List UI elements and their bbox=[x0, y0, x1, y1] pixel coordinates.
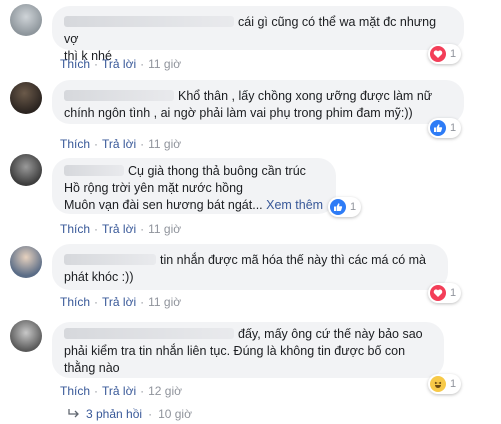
replies-count[interactable]: 3 phản hồi bbox=[86, 407, 142, 421]
like-link[interactable]: Thích bbox=[60, 57, 90, 71]
comment-text: Hồ rộng trời yên mặt nước hồng bbox=[64, 181, 244, 195]
view-replies[interactable]: 3 phản hồi · 10 giờ bbox=[68, 407, 192, 421]
comment-bubble: đấy, mấy ông cứ thế này bảo sao phải kiể… bbox=[52, 322, 444, 378]
reaction-count: 1 bbox=[450, 48, 457, 60]
reaction-count: 1 bbox=[450, 122, 457, 134]
comment-bubble: Cụ già thong thả buông cần trúc Hồ rộng … bbox=[52, 158, 336, 214]
comment-text: Muôn vạn đài sen hương bát ngát... bbox=[64, 198, 263, 212]
comment-actions: Thích · Trả lời · 11 giờ bbox=[60, 137, 182, 151]
comment-time[interactable]: 11 giờ bbox=[148, 295, 181, 309]
author-name[interactable] bbox=[64, 90, 174, 102]
comment-bubble: cái gì cũng có thể wa mặt đc nhưng vợ th… bbox=[52, 6, 464, 63]
love-icon bbox=[430, 46, 446, 62]
avatar[interactable] bbox=[10, 154, 42, 186]
reply-link[interactable]: Trả lời bbox=[102, 222, 136, 236]
reaction-badge[interactable]: 1 bbox=[328, 197, 362, 217]
see-more-link[interactable]: Xem thêm bbox=[266, 198, 323, 212]
avatar[interactable] bbox=[10, 320, 42, 352]
reaction-count: 1 bbox=[450, 287, 457, 299]
reaction-badge[interactable]: 1 bbox=[428, 374, 462, 394]
reply-arrow-icon bbox=[68, 407, 80, 421]
avatar[interactable] bbox=[10, 4, 42, 36]
comment-time[interactable]: 12 giờ bbox=[148, 384, 182, 398]
like-link[interactable]: Thích bbox=[60, 137, 90, 151]
reaction-badge[interactable]: 1 bbox=[428, 118, 462, 138]
replies-time: 10 giờ bbox=[158, 407, 192, 421]
avatar[interactable] bbox=[10, 82, 42, 114]
comment-actions: Thích · Trả lời · 11 giờ bbox=[60, 222, 182, 236]
haha-icon bbox=[430, 376, 446, 392]
reaction-badge[interactable]: 1 bbox=[428, 283, 462, 303]
comment-text: Cụ già thong thả buông cần trúc bbox=[128, 164, 306, 178]
reaction-count: 1 bbox=[350, 201, 357, 213]
comment-text: tin nhắn được mã hóa thế này thì các má … bbox=[160, 253, 427, 267]
comment-time[interactable]: 11 giờ bbox=[148, 137, 181, 151]
comment-bubble: tin nhắn được mã hóa thế này thì các má … bbox=[52, 244, 448, 290]
like-icon bbox=[330, 199, 346, 215]
author-name[interactable] bbox=[64, 254, 156, 266]
comment-actions: Thích · Trả lời · 11 giờ bbox=[60, 57, 182, 71]
comment-actions: Thích · Trả lời · 11 giờ bbox=[60, 295, 182, 309]
comment-time[interactable]: 11 giờ bbox=[148, 222, 181, 236]
comment-text: phải kiểm tra tin nhắn liên tục. Đúng là… bbox=[64, 344, 406, 358]
comment-text: phát khóc :)) bbox=[64, 270, 134, 284]
like-icon bbox=[430, 120, 446, 136]
love-icon bbox=[430, 285, 446, 301]
comment-bubble: Khổ thân , lấy chồng xong ưỡng được làm … bbox=[52, 80, 464, 124]
reply-link[interactable]: Trả lời bbox=[102, 384, 136, 398]
author-name[interactable] bbox=[64, 16, 234, 28]
reply-link[interactable]: Trả lời bbox=[102, 57, 136, 71]
reply-link[interactable]: Trả lời bbox=[102, 137, 136, 151]
reaction-count: 1 bbox=[450, 378, 457, 390]
author-name[interactable] bbox=[64, 165, 124, 177]
like-link[interactable]: Thích bbox=[60, 222, 90, 236]
comment-text: thằng nào bbox=[64, 361, 120, 375]
reply-link[interactable]: Trả lời bbox=[102, 295, 136, 309]
like-link[interactable]: Thích bbox=[60, 295, 90, 309]
comment-text: chính ngôn tình , ai ngờ phải làm vai ph… bbox=[64, 106, 413, 120]
avatar[interactable] bbox=[10, 246, 42, 278]
comment-text: Khổ thân , lấy chồng xong ưỡng được làm … bbox=[178, 89, 433, 103]
comment-text: đấy, mấy ông cứ thế này bảo sao bbox=[238, 327, 423, 341]
like-link[interactable]: Thích bbox=[60, 384, 90, 398]
comment-actions: Thích · Trả lời · 12 giờ bbox=[60, 384, 182, 398]
reaction-badge[interactable]: 1 bbox=[428, 44, 462, 64]
author-name[interactable] bbox=[64, 328, 234, 340]
comment-time[interactable]: 11 giờ bbox=[148, 57, 181, 71]
